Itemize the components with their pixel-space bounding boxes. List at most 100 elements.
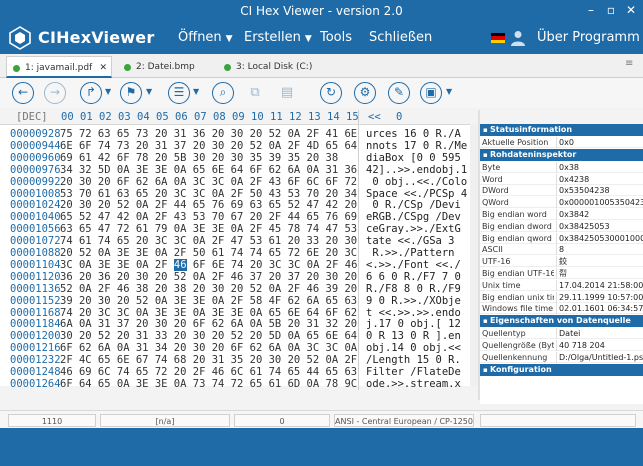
status-section-header[interactable]: ▪ Statusinformation <box>480 124 643 136</box>
property-row[interactable]: Windows file time 02.01.1601 06:34:57 <box>480 303 643 315</box>
settings-button-icon[interactable]: ⚙ <box>354 82 376 104</box>
property-value: 0x3842505300010000 <box>556 232 643 244</box>
german-flag-icon[interactable] <box>491 33 505 43</box>
col-header: 12 <box>289 111 302 123</box>
hex-footer <box>0 390 478 410</box>
col-header: 01 <box>80 111 93 123</box>
tab-menu-icon[interactable]: ≡ <box>625 58 633 69</box>
property-value: 0x0 <box>556 137 643 148</box>
menu-create[interactable]: Erstellen ▼ <box>244 30 312 45</box>
col-header: 07 <box>194 111 207 123</box>
tab-local-disk[interactable]: 3: Local Disk (C:) <box>218 56 328 78</box>
goto-button-icon[interactable]: ↱ <box>80 82 102 104</box>
app-window: CI Hex Viewer - version 2.0 – ▫ ✕ CIHexV… <box>0 0 643 466</box>
status-empty <box>480 414 636 427</box>
config-section-header[interactable]: ▪ Konfiguration <box>480 363 643 376</box>
status-position: 1110 <box>8 414 96 427</box>
hex-view[interactable]: 00000928 75 72 63 65 73 20 31 36 20 30 20… <box>0 124 478 390</box>
property-value: 鉸 <box>556 256 643 268</box>
property-row[interactable]: ASCII 8 <box>480 244 643 256</box>
close-tab-icon[interactable]: ✕ <box>99 57 107 79</box>
property-key: Quellentyp <box>482 329 526 339</box>
property-row[interactable]: Quellengröße (Byt...40 718 204 <box>480 340 643 351</box>
chevron-down-icon[interactable]: ▼ <box>105 87 111 96</box>
property-key: Big endian UTF-16 <box>482 269 554 278</box>
property-row[interactable]: Unix time 17.04.2014 21:58:00 <box>480 279 643 291</box>
property-value: 40 718 204 <box>556 340 643 351</box>
refresh-button-icon[interactable]: ↻ <box>320 82 342 104</box>
menu-close[interactable]: Schließen <box>369 30 432 45</box>
collapse-icon: ▪ <box>483 317 488 326</box>
save-button-icon[interactable]: ▣ <box>420 82 442 104</box>
user-icon[interactable] <box>511 30 525 46</box>
menu-about[interactable]: Über Programm <box>537 30 640 45</box>
row-offset: 00001264 <box>10 377 61 390</box>
property-row[interactable]: Quellentyp Datei <box>480 328 643 340</box>
source-properties-header[interactable]: ▪ Eigenschaften von Datenquelle <box>480 315 643 328</box>
ascii-col-header: 0 <box>396 111 403 123</box>
property-key: Big endian unix time <box>482 292 554 302</box>
toolbar: ← → ↱ ▼ ⚑ ▼ ☰ ▼ ⌕ ⧉ ▤ ↻ ⚙ ✎ ▣ ▼ <box>0 78 643 108</box>
property-row[interactable]: Big endian qword 0x3842505300010000 <box>480 232 643 244</box>
property-key: Byte <box>482 162 501 172</box>
property-row[interactable]: DWord 0x53504238 <box>480 185 643 197</box>
edit-button-icon[interactable]: ✎ <box>388 82 410 104</box>
property-row[interactable]: Quellenkennung D:/Olga/Untitled-1.ps <box>480 351 643 363</box>
status-dot-icon <box>124 64 131 71</box>
config-section-header-title: Konfiguration <box>490 364 552 374</box>
offset-mode-label[interactable]: [DEC] <box>16 111 48 123</box>
inspector-panel: ▪ Statusinformation Aktuelle Position 0x0 ▪ R… <box>480 124 643 404</box>
property-value: 02.01.1601 06:34:57 <box>556 303 643 315</box>
row-ascii[interactable]: ode.>>.stream.x <box>366 378 461 391</box>
property-key: DWord <box>482 186 509 196</box>
tab-javamail[interactable]: 1: javamail.pdf ✕ <box>6 56 112 78</box>
chevron-down-icon[interactable]: ▼ <box>193 87 199 96</box>
collapse-icon: ▪ <box>483 126 488 134</box>
property-row[interactable]: Word 0x4238 <box>480 173 643 185</box>
paste-button-icon[interactable]: ▤ <box>276 82 298 104</box>
property-row[interactable]: UTF-16 鉸 <box>480 256 643 268</box>
search-button-icon[interactable]: ⌕ <box>212 82 234 104</box>
property-row[interactable]: Big endian UTF-16 㡂 <box>480 268 643 279</box>
selected-byte[interactable]: 46 <box>173 258 187 271</box>
back-button-icon[interactable]: ← <box>12 82 34 104</box>
property-row[interactable]: Aktuelle Position 0x0 <box>480 137 643 148</box>
property-key: Quellenkennung <box>482 352 548 362</box>
property-row[interactable]: QWord 0x000001005350423 <box>480 197 643 209</box>
chevron-down-icon[interactable]: ▼ <box>146 87 152 96</box>
property-value: 17.04.2014 21:58:00 <box>556 279 643 291</box>
menu-open[interactable]: Öffnen ▼ <box>178 30 233 45</box>
col-header: 11 <box>270 111 283 123</box>
bookmark-button-icon[interactable]: ⚑ <box>120 82 142 104</box>
forward-button-icon[interactable]: → <box>44 82 66 104</box>
menu-tools[interactable]: Tools <box>320 30 352 45</box>
data-inspector-header[interactable]: ▪ Rohdateninspektor <box>480 148 643 161</box>
status-bar: 1110 [n/a] 0 ANSI - Central European / C… <box>0 410 643 428</box>
tab-datei[interactable]: 2: Datei.bmp <box>118 56 218 78</box>
property-key: ASCII <box>482 245 503 255</box>
property-key: UTF-16 <box>482 257 511 267</box>
minimize-icon[interactable]: – <box>581 0 601 22</box>
col-header: 10 <box>251 111 264 123</box>
copy-button-icon[interactable]: ⧉ <box>244 82 266 104</box>
app-name: CIHexViewer <box>38 28 155 47</box>
vertical-scrollbar[interactable] <box>470 124 478 386</box>
status-dot-icon <box>13 65 20 72</box>
property-row[interactable]: Big endian dword 0x38425053 <box>480 220 643 232</box>
property-value: 0x38 <box>556 161 643 173</box>
property-row[interactable]: Byte 0x38 <box>480 161 643 173</box>
row-bytes[interactable]: 6F 64 65 0A 3E 3E 0A 73 74 72 65 61 6D 0… <box>60 378 357 391</box>
ascii-scroll-left-icon[interactable]: << <box>368 111 381 123</box>
property-key: QWord <box>482 198 509 208</box>
property-row[interactable]: Big endian unix time29.11.1999 10:57:00 <box>480 291 643 303</box>
tab-bar: 1: javamail.pdf ✕ 2: Datei.bmp 3: Local … <box>0 54 643 78</box>
close-icon[interactable]: ✕ <box>621 0 641 22</box>
window-title: CI Hex Viewer - version 2.0 <box>240 4 403 18</box>
property-row[interactable]: Big endian word 0x3842 <box>480 209 643 220</box>
property-value: 0x000001005350423 <box>556 197 643 209</box>
list-button-icon[interactable]: ☰ <box>168 82 190 104</box>
maximize-icon[interactable]: ▫ <box>601 0 621 22</box>
status-encoding[interactable]: ANSI - Central European / CP-1250 <box>334 414 474 427</box>
collapse-icon: ▪ <box>483 150 488 159</box>
chevron-down-icon[interactable]: ▼ <box>446 87 452 96</box>
